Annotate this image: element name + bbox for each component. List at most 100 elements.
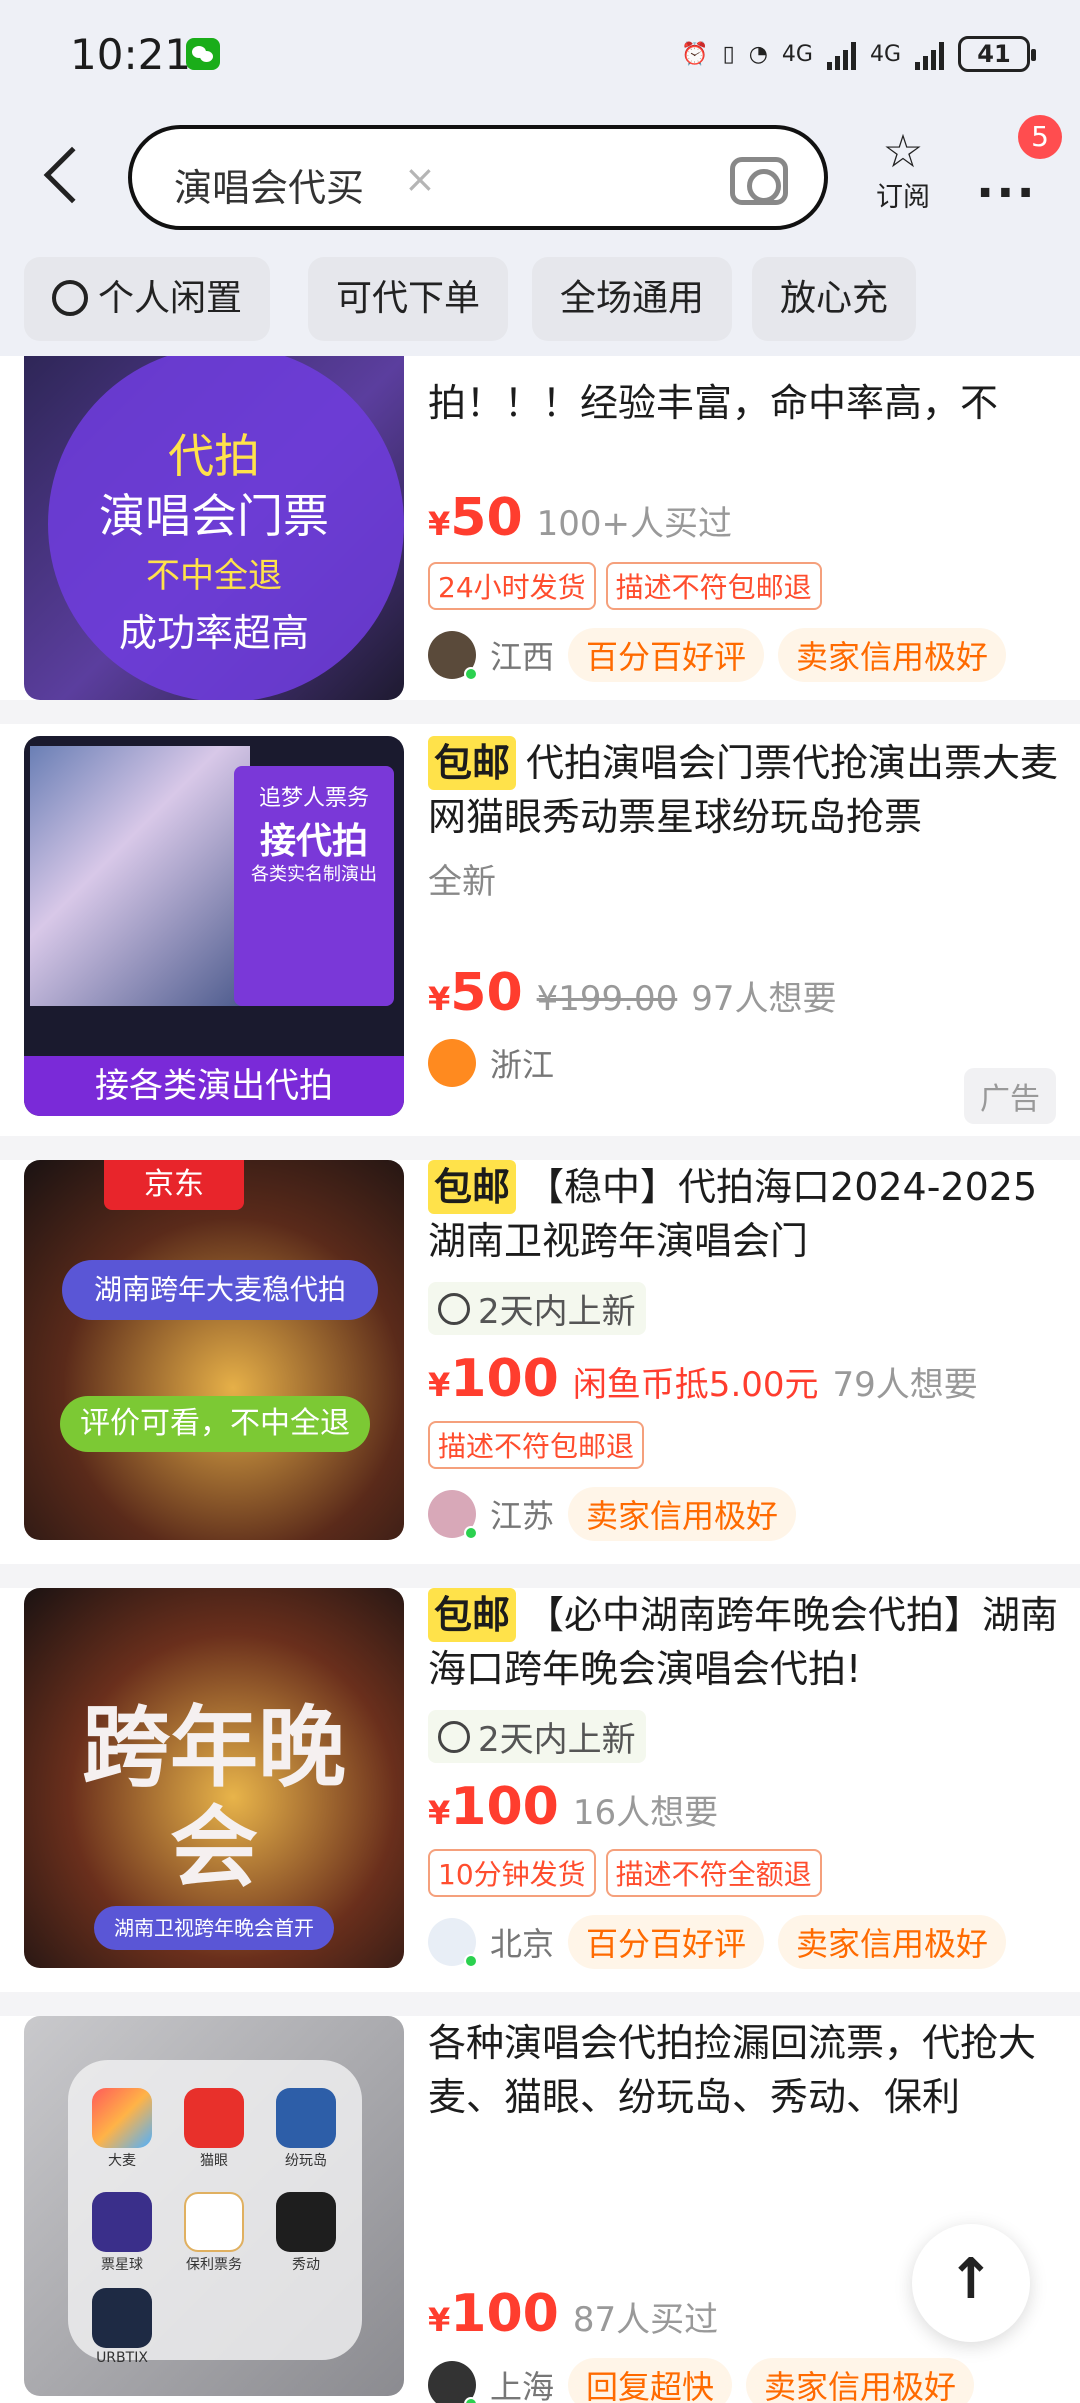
clear-icon[interactable]: × [404,157,436,201]
item-title: 包邮 【必中湖南跨年晚会代拍】湖南海口跨年晚会演唱会代拍! [428,1588,1068,1696]
camera-icon[interactable] [730,157,788,205]
seller-location: 北京 [490,1925,555,1963]
status-bar: 10:21 ⏰ ▯ ◔ 4G 4G 41 [0,0,1080,115]
subscribe-button[interactable]: ☆ 订阅 [868,127,938,214]
buyer-count: 100+人买过 [536,504,733,544]
seller-row[interactable]: 江西 百分百好评 卖家信用极好 [428,628,1068,682]
back-to-top-button[interactable]: ↑ [912,2224,1030,2342]
wechat-icon [186,38,220,70]
seller-pill: 卖家信用极好 [778,628,1007,682]
want-count: 79人想要 [832,1365,978,1405]
item-thumbnail: 大麦 猫眼 纷玩岛 票星球 保利票务 秀动 URBTIX [24,2016,404,2396]
seller-pill: 回复超快 [568,2358,733,2403]
thumb-text: 京东 [104,1160,244,1210]
thumb-text: 追梦人票务 [258,786,369,811]
chip-label: 放心充 [780,278,889,319]
network-label-1: 4G [781,41,813,67]
chip-label: 全场通用 [560,278,705,319]
alarm-icon: ⏰ [681,41,709,67]
avatar [428,1039,476,1087]
chip-proxy-order[interactable]: 可代下单 [308,257,509,341]
search-query[interactable]: 演唱会代买 [174,157,364,212]
coin-discount: 闲鱼币抵5.00元 [572,1365,819,1405]
filter-chips: 个人闲置 可代下单 全场通用 放心充 [0,240,1080,356]
service-tag: 描述不符全额退 [605,1849,822,1897]
app-label: 猫眼 [200,2153,228,2169]
seller-row[interactable]: 北京 百分百好评 卖家信用极好 [428,1915,1068,1969]
item-thumbnail: 京东 湖南跨年大麦稳代拍 评价可看，不中全退 [24,1160,404,1540]
service-tag: 描述不符包邮退 [605,562,822,610]
thumb-text: 代拍 [168,429,260,483]
item-condition: 全新 [428,862,496,902]
list-item[interactable]: 跨年晚会 湖南卫视跨年晚会首开 包邮 【必中湖南跨年晚会代拍】湖南海口跨年晚会演唱… [0,1588,1080,1992]
seller-location: 上海 [490,2368,555,2403]
price: ¥100 [428,2284,559,2344]
app-label: 秀动 [292,2257,320,2273]
urbtix-app-icon [92,2288,152,2348]
chip-personal[interactable]: 个人闲置 [24,257,271,341]
damai-app-icon [92,2088,152,2148]
notification-badge: 5 [1018,115,1062,159]
top-bar: 演唱会代买 × ☆ 订阅 ··· 5 [0,115,1080,240]
thumb-text: 各类实名制演出 [251,864,377,885]
thumb-text: 湖南卫视跨年晚会首开 [94,1906,334,1950]
vibrate-icon: ▯ [722,41,735,67]
app-label: 纷玩岛 [285,2153,327,2169]
poly-app-icon [184,2192,244,2252]
service-tag: 描述不符包邮退 [428,1421,645,1469]
new-listing-badge: 2天内上新 [428,1710,646,1763]
item-thumbnail: 代拍 演唱会门票 不中全退 成功率超高 [24,356,404,700]
item-title: 拍！！！经验丰富，命中率高，不 [428,381,999,425]
list-item[interactable]: 大麦 猫眼 纷玩岛 票星球 保利票务 秀动 URBTIX 各种演唱会代拍捡漏回流… [0,2016,1080,2403]
avatar [428,1490,478,1540]
item-title: 包邮 代拍演唱会门票代抢演出票大麦网猫眼秀动票星球纷玩岛抢票 [428,736,1068,844]
want-count: 97人想要 [691,979,837,1019]
clock-time: 10:21 [70,30,192,79]
clock-icon [438,1720,470,1753]
piaoxingqiu-app-icon [92,2192,152,2252]
chip-universal[interactable]: 全场通用 [532,257,733,341]
result-feed[interactable]: 代拍 演唱会门票 不中全退 成功率超高 拍！！！经验丰富，命中率高，不 ¥50 … [0,356,1080,2403]
free-shipping-tag: 包邮 [428,736,517,790]
item-thumbnail: 追梦人票务 接代拍 各类实名制演出 接各类演出代拍 [24,736,404,1116]
signal-icon [915,38,944,70]
seller-location: 江西 [490,638,555,676]
free-shipping-tag: 包邮 [428,1588,517,1642]
signal-icon [826,38,856,70]
seller-pill: 卖家信用极好 [746,2358,975,2403]
service-tag: 10分钟发货 [428,1849,596,1897]
battery-icon: 41 [958,36,1036,72]
list-item[interactable]: 代拍 演唱会门票 不中全退 成功率超高 拍！！！经验丰富，命中率高，不 ¥50 … [0,356,1080,700]
want-count: 16人想要 [572,1793,719,1833]
price: ¥50 [428,488,523,548]
search-box[interactable]: 演唱会代买 × [128,125,828,230]
list-item[interactable]: 追梦人票务 接代拍 各类实名制演出 接各类演出代拍 包邮 代拍演唱会门票代抢演出票… [0,736,1080,1136]
status-icons: ⏰ ▯ ◔ 4G 4G 41 [681,32,1036,76]
clock-icon [438,1292,470,1325]
seller-pill: 百分百好评 [568,628,765,682]
thumb-text: 跨年晚会 [81,1696,346,1899]
seller-location: 浙江 [490,1046,555,1084]
app-label: 保利票务 [186,2257,242,2273]
thumb-text: 湖南跨年大麦稳代拍 [62,1260,378,1320]
pin-star-icon: ☆ [882,124,924,178]
back-icon[interactable] [43,146,101,204]
item-thumbnail: 跨年晚会 湖南卫视跨年晚会首开 [24,1588,404,1968]
list-item[interactable]: 京东 湖南跨年大麦稳代拍 评价可看，不中全退 包邮 【稳中】代拍海口2024-20… [0,1160,1080,1564]
more-icon[interactable]: ··· [976,165,1037,221]
thumb-text: 接代拍 [259,821,368,862]
thumb-text: 评价可看，不中全退 [60,1396,370,1452]
seller-row[interactable]: 江苏 卖家信用极好 [428,1487,1068,1541]
seller-pill: 卖家信用极好 [778,1915,1007,1969]
seller-row[interactable]: 上海 回复超快 卖家信用极好 [428,2358,1068,2403]
avatar [428,1918,478,1968]
xiudong-app-icon [276,2192,336,2252]
battery-level: 41 [977,40,1011,68]
free-shipping-tag: 包邮 [428,1160,517,1214]
avatar [428,631,478,681]
chip-safe-topup[interactable]: 放心充 [752,257,917,341]
app-label: 大麦 [108,2153,136,2169]
buyer-count: 87人买过 [572,2300,719,2340]
price: ¥50 [428,963,523,1023]
avatar [428,2361,478,2403]
